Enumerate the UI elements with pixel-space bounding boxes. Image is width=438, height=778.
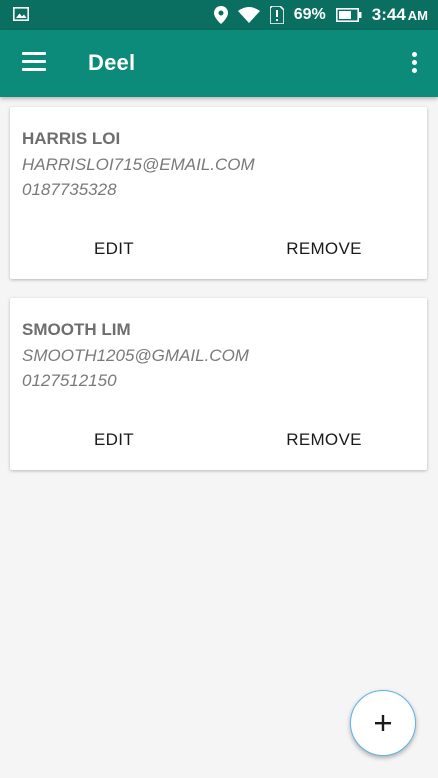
app-bar: Deel (0, 30, 438, 97)
remove-button[interactable]: REMOVE (276, 418, 372, 462)
contact-email: SMOOTH1205@GMAIL.COM (22, 346, 249, 365)
battery-percent: 69% (293, 6, 326, 23)
contact-name: SMOOTH LIM (22, 320, 131, 339)
status-icons: 69% 3:44 AM (213, 0, 428, 30)
remove-button[interactable]: REMOVE (276, 227, 372, 271)
battery-icon (335, 8, 362, 22)
contact-phone: 0187735328 (22, 180, 117, 199)
more-vert-icon[interactable] (412, 52, 418, 74)
wifi-icon (237, 7, 260, 23)
clock-ampm: AM (407, 8, 428, 23)
page-title: Deel (88, 50, 136, 75)
contact-name: HARRIS LOI (22, 129, 121, 148)
status-bar: 69% 3:44 AM (0, 0, 438, 30)
screen: 69% 3:44 AM Deel HARRIS LOI HARRISLOI715@… (0, 0, 438, 778)
location-icon (213, 6, 228, 24)
hamburger-menu-icon[interactable] (22, 52, 46, 72)
edit-button[interactable]: EDIT (76, 418, 152, 462)
edit-button[interactable]: EDIT (76, 227, 152, 271)
plus-icon (375, 715, 391, 731)
contact-email: HARRISLOI715@EMAIL.COM (22, 155, 255, 174)
contact-phone: 0127512150 (22, 371, 117, 390)
add-contact-button[interactable] (350, 690, 416, 756)
clock-time: 3:44 (371, 5, 406, 24)
contact-card: HARRIS LOI HARRISLOI715@EMAIL.COM 018773… (10, 107, 427, 279)
contact-card: SMOOTH LIM SMOOTH1205@GMAIL.COM 01275121… (10, 298, 427, 470)
clock: 3:44 AM (372, 5, 428, 25)
alert-icon (269, 6, 284, 24)
image-icon (13, 7, 29, 21)
